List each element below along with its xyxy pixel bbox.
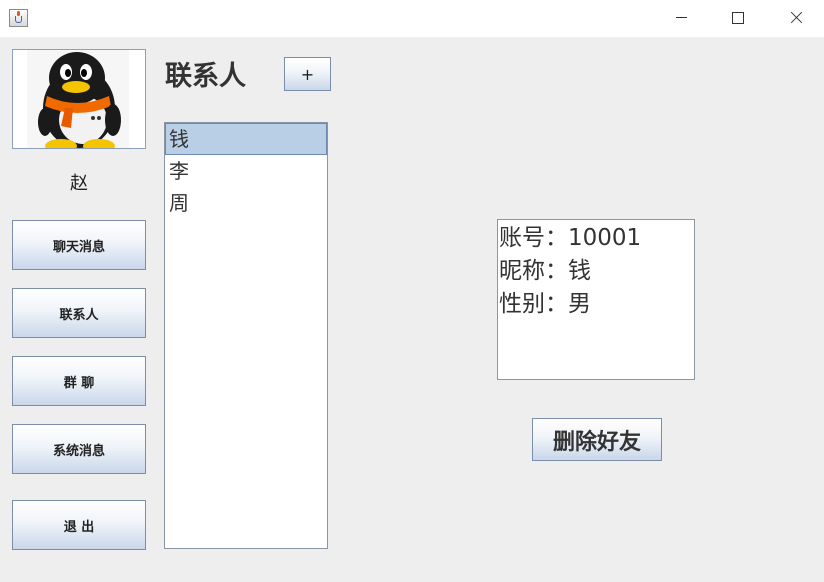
gender-label: 性别：男	[499, 291, 591, 317]
minimize-icon[interactable]	[659, 0, 705, 37]
contacts-button[interactable]: 联系人	[12, 288, 146, 338]
account-label: 账号：10001	[499, 225, 642, 251]
group-chat-button[interactable]: 群 聊	[12, 356, 146, 406]
close-icon[interactable]	[773, 0, 819, 37]
exit-button[interactable]: 退 出	[12, 500, 146, 550]
system-messages-button[interactable]: 系统消息	[12, 424, 146, 474]
contact-details-box: 账号：10001 昵称：钱 性别：男	[497, 219, 695, 380]
nickname-label: 昵称：钱	[499, 258, 591, 284]
contacts-title: 联系人	[165, 61, 246, 92]
title-bar	[0, 0, 824, 37]
chat-messages-button[interactable]: 聊天消息	[12, 220, 146, 270]
contact-list[interactable]: 钱 李 周	[164, 122, 328, 549]
list-item[interactable]: 李	[165, 155, 327, 187]
java-cup-icon	[9, 9, 28, 27]
delete-friend-button[interactable]: 删除好友	[532, 418, 662, 461]
list-item[interactable]: 周	[165, 187, 327, 219]
list-item[interactable]: 钱	[165, 123, 327, 155]
penguin-avatar	[12, 49, 146, 149]
maximize-icon[interactable]	[715, 0, 761, 37]
add-contact-button[interactable]: +	[284, 57, 331, 91]
username-label: 赵	[70, 173, 88, 194]
